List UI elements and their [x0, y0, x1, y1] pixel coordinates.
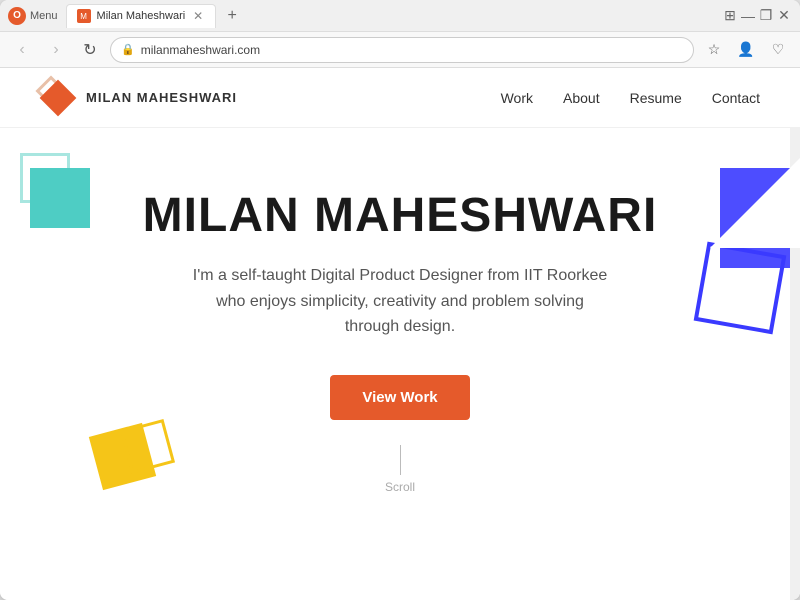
profile-button[interactable]: 👤	[732, 36, 760, 64]
toolbar-actions: ☆ 👤 ♡	[700, 36, 792, 64]
site-navigation: MILAN MAHESHWARI Work About Resume Conta…	[0, 68, 800, 128]
address-text: milanmaheshwari.com	[141, 43, 683, 57]
address-bar[interactable]: 🔒 milanmaheshwari.com	[110, 37, 694, 63]
tab-favicon: M	[77, 9, 91, 23]
browser-window-controls: O Menu	[8, 7, 58, 25]
hero-section: MILAN MAHESHWARI I'm a self-taught Digit…	[0, 128, 800, 534]
nav-work[interactable]: Work	[501, 90, 533, 106]
logo-icon	[40, 80, 76, 116]
bookmark-button[interactable]: ☆	[700, 36, 728, 64]
minimize-button[interactable]: —	[740, 8, 756, 24]
tab-bar: M Milan Maheshwari ✕ +	[66, 4, 714, 28]
back-button[interactable]: ‹	[8, 36, 36, 64]
nav-contact[interactable]: Contact	[712, 90, 760, 106]
scroll-line	[400, 445, 401, 475]
nav-about[interactable]: About	[563, 90, 600, 106]
active-tab[interactable]: M Milan Maheshwari ✕	[66, 4, 217, 28]
website-content: MILAN MAHESHWARI Work About Resume Conta…	[0, 68, 800, 600]
scroll-indicator: Scroll	[0, 445, 800, 494]
browser-window: O Menu M Milan Maheshwari ✕ + ⊞ — ❐ ✕ ‹ …	[0, 0, 800, 600]
window-controls: ⊞ — ❐ ✕	[722, 8, 792, 24]
maximize-button[interactable]: ❐	[758, 8, 774, 24]
scrollbar[interactable]	[790, 68, 800, 600]
new-tab-button[interactable]: +	[220, 4, 244, 28]
browser-toolbar: ‹ › ↻ 🔒 milanmaheshwari.com ☆ 👤 ♡	[0, 32, 800, 68]
view-work-button[interactable]: View Work	[330, 375, 469, 420]
site-logo: MILAN MAHESHWARI	[40, 80, 237, 116]
tab-title: Milan Maheshwari	[97, 10, 186, 22]
wifi-icon[interactable]: ⊞	[722, 8, 738, 24]
scroll-text: Scroll	[385, 480, 415, 494]
blue-outline-shape	[694, 242, 787, 335]
tab-close-button[interactable]: ✕	[191, 9, 205, 23]
close-button[interactable]: ✕	[776, 8, 792, 24]
browser-titlebar: O Menu M Milan Maheshwari ✕ + ⊞ — ❐ ✕	[0, 0, 800, 32]
forward-button[interactable]: ›	[42, 36, 70, 64]
nav-links: Work About Resume Contact	[501, 90, 760, 106]
opera-logo[interactable]: O	[8, 7, 26, 25]
heart-button[interactable]: ♡	[764, 36, 792, 64]
hero-title: MILAN MAHESHWARI	[0, 188, 800, 243]
menu-label[interactable]: Menu	[30, 10, 58, 22]
refresh-button[interactable]: ↻	[76, 36, 104, 64]
logo-text: MILAN MAHESHWARI	[86, 90, 237, 105]
lock-icon: 🔒	[121, 43, 135, 56]
hero-subtitle: I'm a self-taught Digital Product Design…	[190, 263, 610, 340]
nav-resume[interactable]: Resume	[630, 90, 682, 106]
